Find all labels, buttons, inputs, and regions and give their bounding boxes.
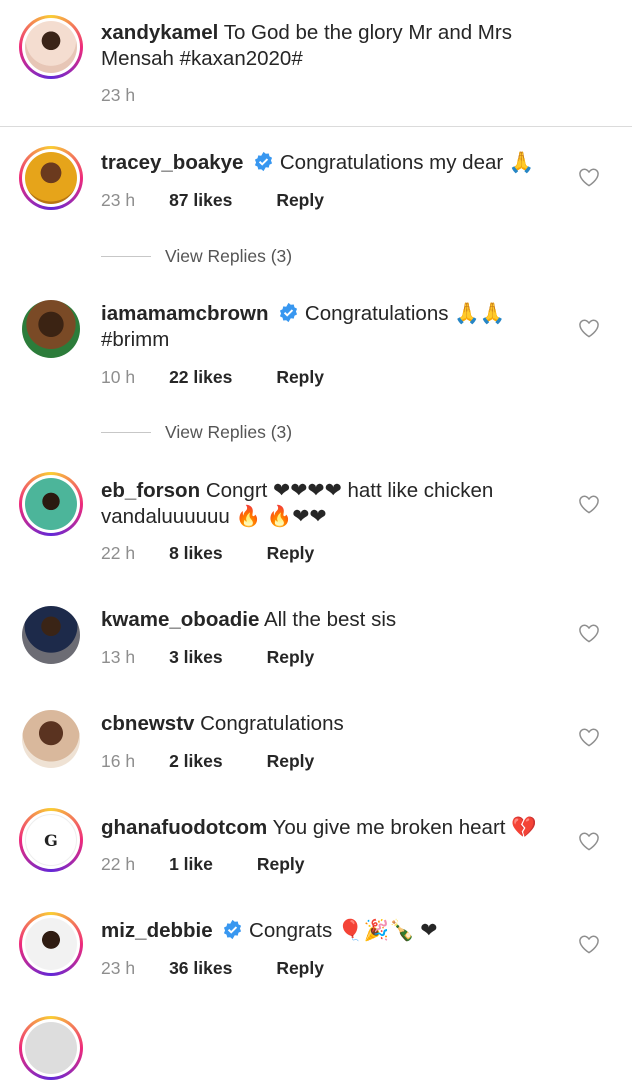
likes-count[interactable]: 36 likes: [169, 958, 232, 979]
comment-7-meta: 23 h 36 likes Reply: [101, 958, 324, 979]
comment-username[interactable]: tracey_boakye: [101, 151, 243, 174]
reply-button[interactable]: Reply: [267, 647, 315, 668]
reply-button[interactable]: Reply: [267, 751, 315, 772]
comment-time: 23 h: [101, 190, 136, 210]
comment-username[interactable]: ghanafuodotcom: [101, 816, 267, 839]
reply-button[interactable]: Reply: [257, 854, 305, 875]
replies-line: [101, 256, 151, 257]
heart-outline-icon[interactable]: [578, 494, 600, 514]
comment-body: Congratulations: [200, 712, 344, 735]
heart-outline-icon[interactable]: [578, 167, 600, 187]
comment-3-meta: 22 h 8 likes Reply: [101, 543, 314, 564]
heart-outline-icon[interactable]: [578, 623, 600, 643]
avatar-ghanafuodotcom[interactable]: G: [19, 808, 83, 872]
avatar-iamamamcbrown[interactable]: [22, 300, 80, 358]
caption-username[interactable]: xandykamel: [101, 21, 218, 44]
verified-badge-icon: [280, 302, 298, 323]
comment-username[interactable]: iamamamcbrown: [101, 302, 268, 325]
view-replies-label[interactable]: View Replies (3): [165, 422, 292, 443]
heart-outline-icon[interactable]: [578, 934, 600, 954]
comment-5-meta: 16 h 2 likes Reply: [101, 751, 314, 772]
comment-4: kwame_oboadie All the best sis: [101, 607, 562, 633]
replies-line: [101, 432, 151, 433]
caption-time: 23 h: [101, 85, 136, 105]
comment-time: 23 h: [101, 958, 136, 978]
comment-1-meta: 23 h 87 likes Reply: [101, 190, 324, 211]
heart-outline-icon[interactable]: [578, 318, 600, 338]
comment-body: Congratulations my dear 🙏: [279, 151, 535, 174]
comment-time: 13 h: [101, 647, 136, 667]
view-replies-label[interactable]: View Replies (3): [165, 246, 292, 267]
likes-count[interactable]: 2 likes: [169, 751, 223, 772]
comment-username[interactable]: kwame_oboadie: [101, 608, 259, 631]
comment-time: 16 h: [101, 751, 136, 771]
reply-button[interactable]: Reply: [276, 958, 324, 979]
comment-username[interactable]: cbnewstv: [101, 712, 194, 735]
avatar-tracey-boakye[interactable]: [19, 146, 83, 210]
comment-6: ghanafuodotcom You give me broken heart …: [101, 815, 562, 841]
comment-2-meta: 10 h 22 likes Reply: [101, 367, 324, 388]
heart-outline-icon[interactable]: [578, 831, 600, 851]
likes-count[interactable]: 22 likes: [169, 367, 232, 388]
verified-badge-icon: [255, 151, 273, 172]
reply-button[interactable]: Reply: [276, 190, 324, 211]
likes-count[interactable]: 1 like: [169, 854, 213, 875]
view-replies-2[interactable]: View Replies (3): [101, 422, 292, 443]
comment-4-meta: 13 h 3 likes Reply: [101, 647, 314, 668]
avatar-next-comment[interactable]: [19, 1016, 83, 1080]
likes-count[interactable]: 3 likes: [169, 647, 223, 668]
verified-badge-icon: [224, 919, 242, 940]
comment-3: eb_forson Congrt ❤❤❤❤ hatt like chicken …: [101, 478, 562, 530]
caption-divider: [0, 126, 632, 127]
comment-username[interactable]: miz_debbie: [101, 919, 213, 942]
ghanafuo-logo: G: [44, 830, 58, 850]
comment-body: Congrats 🎈🎉🍾 ❤: [249, 919, 438, 942]
comment-time: 22 h: [101, 854, 136, 874]
comment-username[interactable]: eb_forson: [101, 479, 200, 502]
comment-time: 10 h: [101, 367, 136, 387]
comment-2: iamamamcbrown Congratulations 🙏🙏 #brimm: [101, 301, 562, 353]
comment-1: tracey_boakye Congratulations my dear 🙏: [101, 150, 562, 176]
likes-count[interactable]: 87 likes: [169, 190, 232, 211]
heart-outline-icon[interactable]: [578, 727, 600, 747]
view-replies-1[interactable]: View Replies (3): [101, 246, 292, 267]
avatar-eb-forson[interactable]: [19, 472, 83, 536]
comment-6-meta: 22 h 1 like Reply: [101, 854, 305, 875]
caption-text: xandykamel To God be the glory Mr and Mr…: [101, 20, 562, 72]
comment-body: You give me broken heart 💔: [272, 816, 537, 839]
reply-button[interactable]: Reply: [276, 367, 324, 388]
comment-time: 22 h: [101, 543, 136, 563]
avatar-kwame-oboadie[interactable]: [22, 606, 80, 664]
likes-count[interactable]: 8 likes: [169, 543, 223, 564]
comment-7: miz_debbie Congrats 🎈🎉🍾 ❤: [101, 918, 562, 944]
comment-5: cbnewstv Congratulations: [101, 711, 562, 737]
caption-meta: 23 h: [101, 85, 135, 106]
comment-body: All the best sis: [263, 608, 397, 631]
avatar-cbnewstv[interactable]: [22, 710, 80, 768]
avatar-miz-debbie[interactable]: [19, 912, 83, 976]
reply-button[interactable]: Reply: [267, 543, 315, 564]
avatar-xandykamel[interactable]: [19, 15, 83, 79]
